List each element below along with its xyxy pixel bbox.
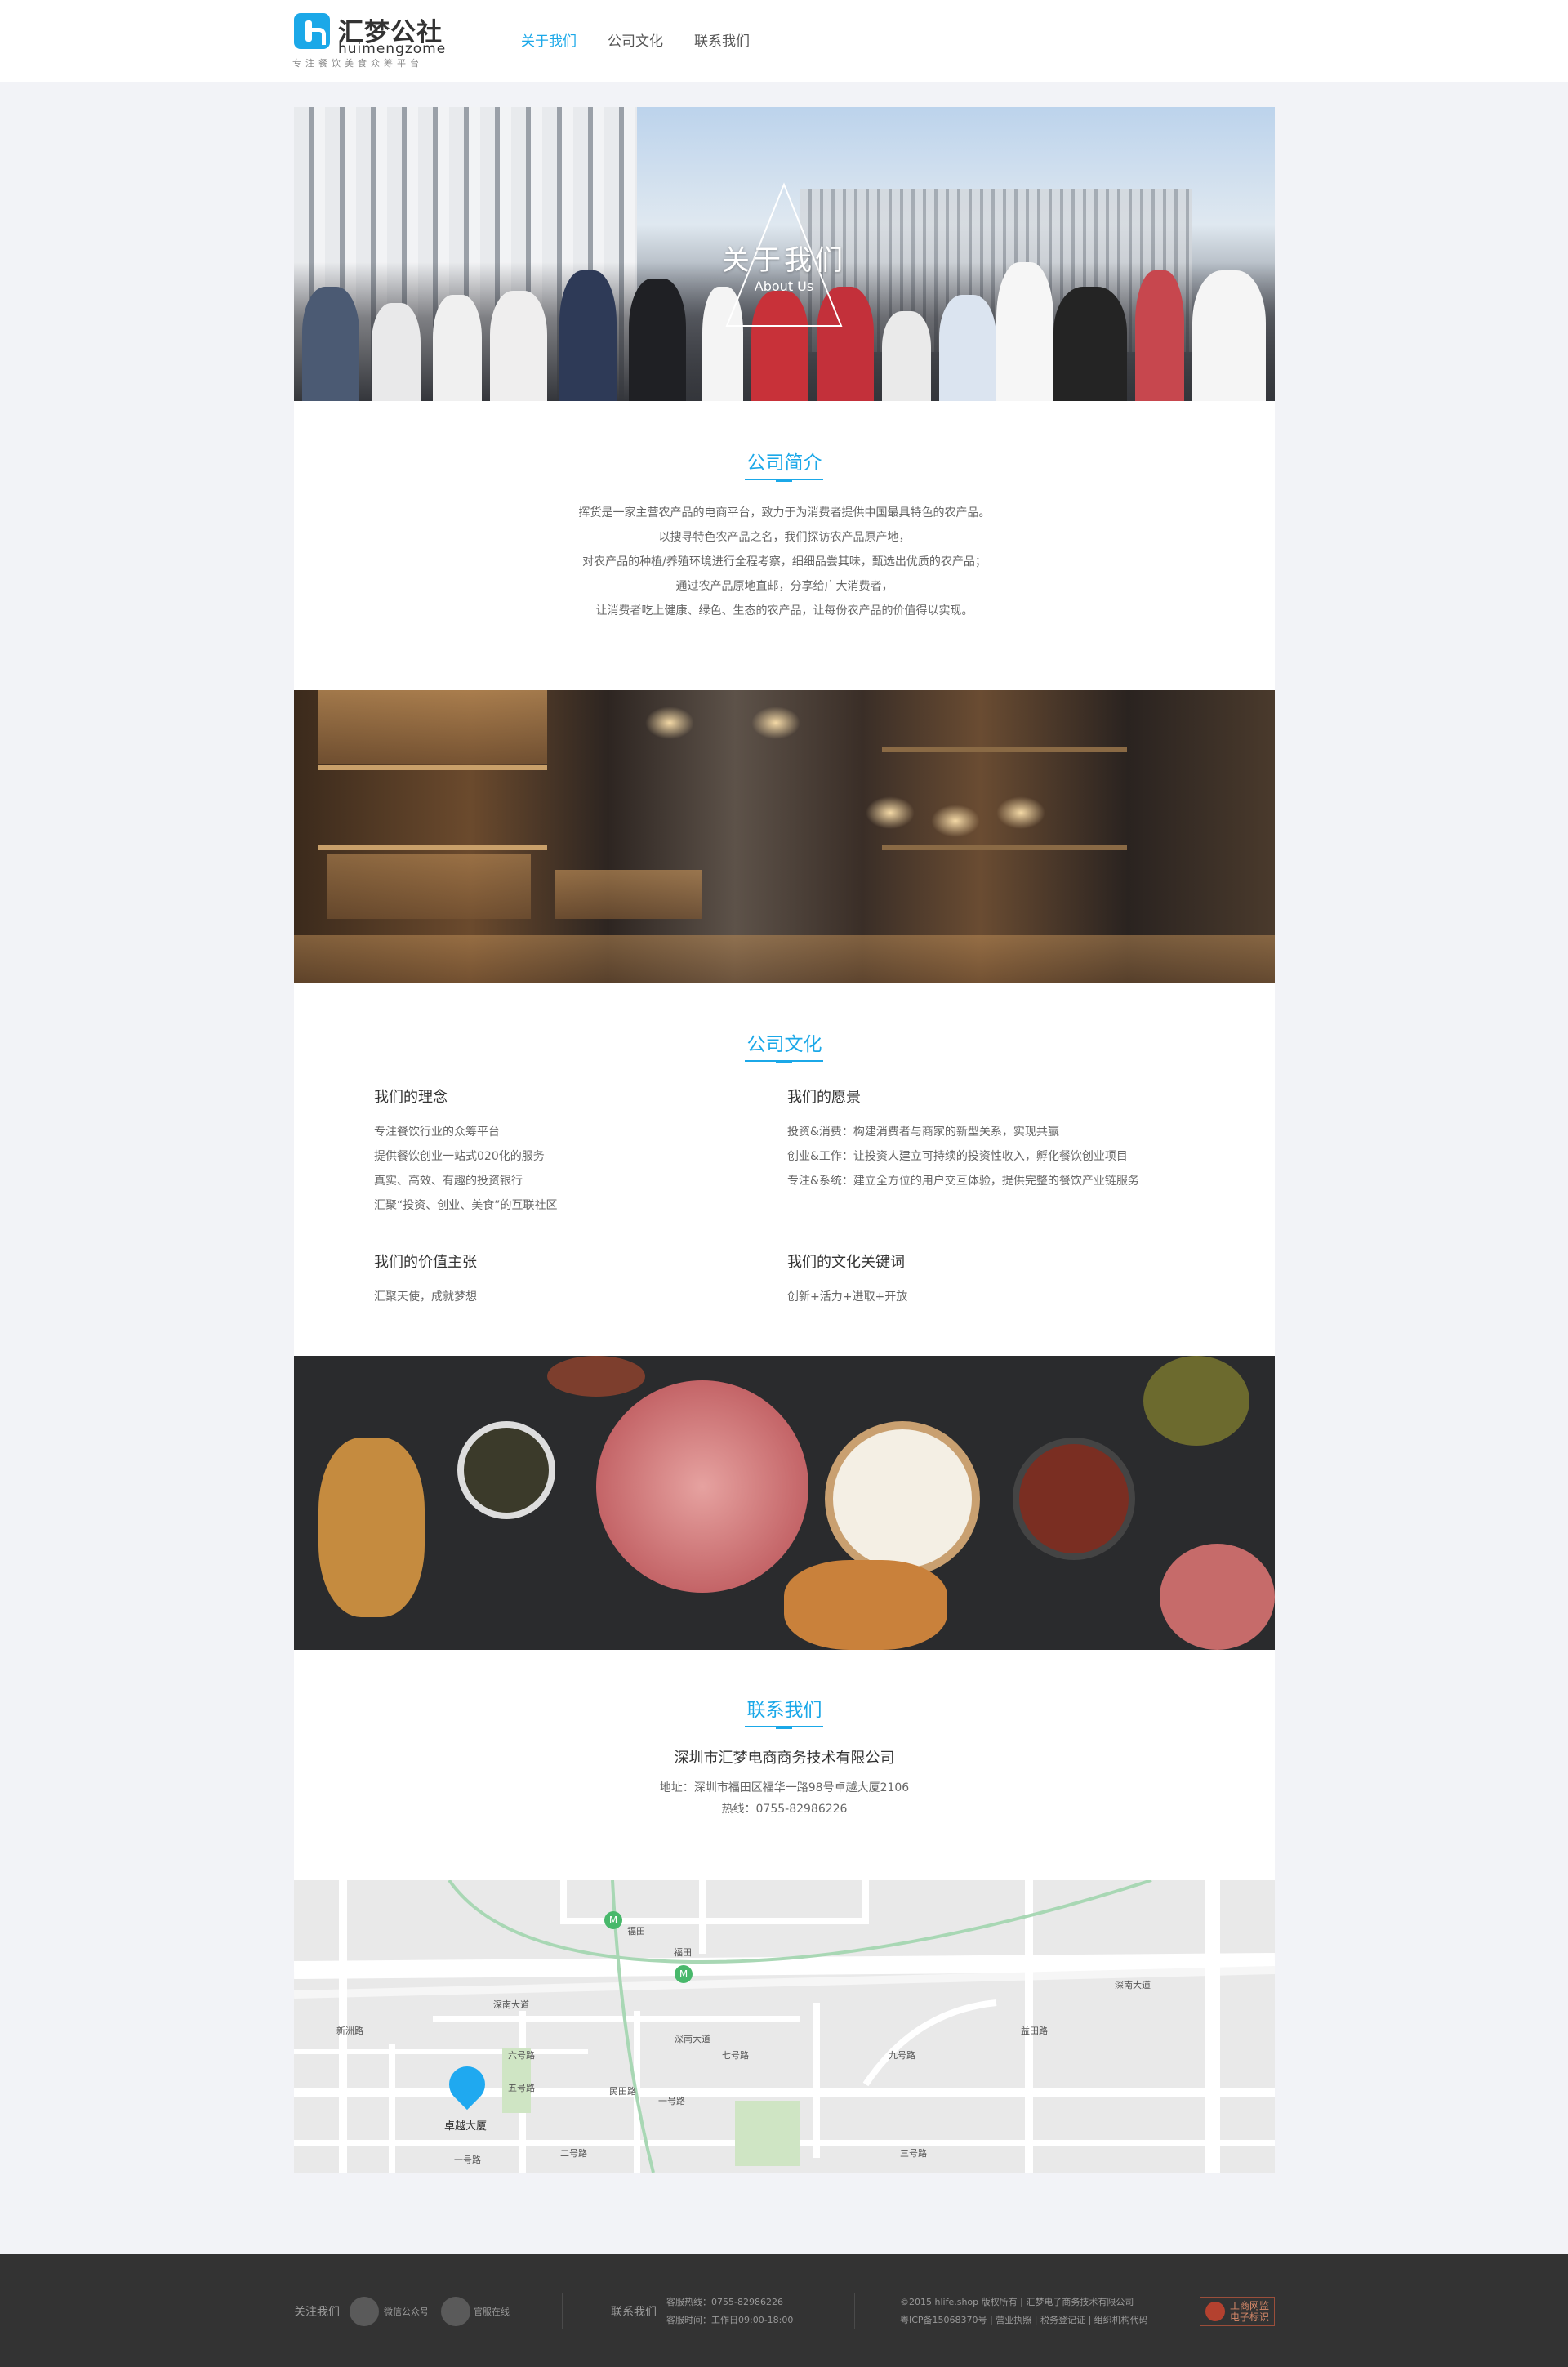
map-label: 福田 bbox=[627, 1926, 645, 1937]
hero-banner: 关于我们 About Us bbox=[294, 107, 1275, 401]
footer-contact-label: 联系我们 bbox=[611, 2306, 657, 2319]
wechat-icon[interactable] bbox=[350, 2297, 379, 2326]
map-label: 六号路 bbox=[508, 2050, 535, 2061]
culture-line: 投资&消费：构建消费者与商家的新型关系，实现共赢 bbox=[787, 1126, 1059, 1139]
logo-en: huimengzome bbox=[338, 41, 447, 57]
intro-line: 对农产品的种植/养殖环境进行全程考察，细细品尝其味，甄选出优质的农产品； bbox=[582, 555, 987, 568]
culture-philosophy: 我们的理念 专注餐饮行业的众筹平台 提供餐饮创业一站式020化的服务 真实、高效… bbox=[374, 1085, 782, 1218]
map-label: 三号路 bbox=[900, 2148, 927, 2159]
qq-icon[interactable] bbox=[441, 2297, 470, 2326]
map-roads bbox=[294, 1880, 1275, 2173]
wechat-label[interactable]: 微信公众号 bbox=[384, 2305, 429, 2318]
map-label: 益田路 bbox=[1021, 2026, 1048, 2036]
map-label: 深南大道 bbox=[1115, 1980, 1151, 1990]
footer-service-hours: 客服时间：工作日09:00-18:00 bbox=[666, 2315, 794, 2325]
logo-tagline: 专注餐饮美食众筹平台 bbox=[292, 58, 423, 69]
section-title-intro: 公司简介 bbox=[746, 452, 822, 474]
culture-heading: 我们的愿景 bbox=[787, 1089, 861, 1106]
map-label: 深南大道 bbox=[675, 2034, 710, 2044]
culture-line: 汇聚“投资、创业、美食”的互联社区 bbox=[374, 1199, 558, 1212]
culture-line: 提供餐饮创业一站式020化的服务 bbox=[374, 1150, 545, 1163]
intro-line: 通过农产品原地直邮，分享给广大消费者， bbox=[675, 580, 893, 593]
map-label: 新洲路 bbox=[336, 2026, 363, 2036]
badge-line: 工商网监 bbox=[1230, 2300, 1270, 2311]
culture-line: 创新+活力+进取+开放 bbox=[787, 1290, 908, 1304]
culture-keywords: 我们的文化关键词 创新+活力+进取+开放 bbox=[787, 1250, 1196, 1309]
nav-culture[interactable]: 公司文化 bbox=[608, 29, 663, 50]
culture-line: 专注餐饮行业的众筹平台 bbox=[374, 1126, 500, 1139]
site-footer: 关注我们 微信公众号 官服在线 联系我们 客服热线：0755-82986226 … bbox=[0, 2254, 1568, 2367]
map-label: 一号路 bbox=[454, 2155, 481, 2165]
section-title-contact: 联系我们 bbox=[746, 1700, 822, 1721]
nav-contact[interactable]: 联系我们 bbox=[694, 29, 750, 50]
section-underline bbox=[745, 479, 823, 482]
map-label: 二号路 bbox=[560, 2148, 587, 2159]
intro-line: 挥货是一家主营农产品的电商平台，致力于为消费者提供中国最具特色的农产品。 bbox=[578, 506, 991, 519]
map-marker-label: 卓越大厦 bbox=[444, 2120, 488, 2133]
map-label: 一号路 bbox=[658, 2096, 685, 2106]
footer-follow-label: 关注我们 bbox=[294, 2306, 340, 2319]
footer-link-tax[interactable]: 税务登记证 bbox=[1040, 2315, 1085, 2325]
intro-text: 挥货是一家主营农产品的电商平台，致力于为消费者提供中国最具特色的农产品。 以搜寻… bbox=[294, 501, 1275, 623]
culture-line: 汇聚天使，成就梦想 bbox=[374, 1290, 477, 1304]
footer-copyright: ©2015 hlife.shop 版权所有 | 汇梦电子商务技术有限公司 bbox=[900, 2297, 1134, 2307]
company-phone: 热线：0755-82986226 bbox=[721, 1803, 848, 1816]
culture-heading: 我们的理念 bbox=[374, 1089, 448, 1106]
logo[interactable]: 汇梦公社 huimengzome 专注餐饮美食众筹平台 bbox=[292, 11, 456, 70]
footer-icp-links: 粤ICP备15068370号 | 营业执照 | 税务登记证 | 组织机构代码 bbox=[900, 2315, 1148, 2325]
company-intro-section: 公司简介 挥货是一家主营农产品的电商平台，致力于为消费者提供中国最具特色的农产品… bbox=[294, 401, 1275, 690]
food-image bbox=[294, 1356, 1275, 1650]
badge-line: 电子标识 bbox=[1230, 2311, 1270, 2323]
metro-icon: M bbox=[604, 1911, 622, 1929]
section-title-culture: 公司文化 bbox=[746, 1034, 822, 1055]
main-nav: 关于我们 公司文化 联系我们 bbox=[521, 29, 781, 50]
culture-line: 真实、高效、有趣的投资银行 bbox=[374, 1175, 523, 1188]
culture-line: 创业&工作：让投资人建立可持续的投资性收入，孵化餐饮创业项目 bbox=[787, 1150, 1128, 1163]
qq-label[interactable]: 官服在线 bbox=[474, 2305, 510, 2318]
culture-heading: 我们的文化关键词 bbox=[787, 1254, 905, 1271]
company-culture-section: 公司文化 我们的理念 专注餐饮行业的众筹平台 提供餐饮创业一站式020化的服务 … bbox=[294, 983, 1275, 1356]
intro-line: 以搜寻特色农产品之名，我们探访农产品原产地， bbox=[658, 531, 911, 544]
map-label: 七号路 bbox=[722, 2050, 749, 2061]
site-header: 汇梦公社 huimengzome 专注餐饮美食众筹平台 关于我们 公司文化 联系… bbox=[0, 0, 1568, 82]
section-underline bbox=[745, 1726, 823, 1729]
logo-icon bbox=[294, 13, 330, 49]
nav-about[interactable]: 关于我们 bbox=[521, 29, 577, 50]
intro-line: 让消费者吃上健康、绿色、生态的农产品，让每份农产品的价值得以实现。 bbox=[595, 604, 973, 617]
map-label: 福田 bbox=[674, 1947, 692, 1958]
location-map[interactable]: M M 福田 福田 深南大道 深南大道 深南大道 新洲路 益田路 民田路 一号路… bbox=[294, 1880, 1275, 2173]
map-label: 民田路 bbox=[609, 2086, 636, 2097]
map-label: 九号路 bbox=[889, 2050, 915, 2061]
section-underline bbox=[745, 1060, 823, 1063]
footer-divider bbox=[562, 2293, 563, 2329]
culture-vision: 我们的愿景 投资&消费：构建消费者与商家的新型关系，实现共赢 创业&工作：让投资… bbox=[787, 1085, 1196, 1193]
footer-divider bbox=[854, 2293, 855, 2329]
footer-link-license[interactable]: 营业执照 bbox=[996, 2315, 1031, 2325]
culture-heading: 我们的价值主张 bbox=[374, 1254, 477, 1271]
footer-link-org-code[interactable]: 组织机构代码 bbox=[1094, 2315, 1148, 2325]
gov-badge[interactable]: 工商网监 电子标识 bbox=[1200, 2297, 1275, 2326]
company-address: 地址：深圳市福田区福华一路98号卓越大厦2106 bbox=[659, 1781, 910, 1794]
restaurant-interior-image bbox=[294, 690, 1275, 983]
map-label: 深南大道 bbox=[493, 1999, 529, 2010]
contact-section: 联系我们 深圳市汇梦电商商务技术有限公司 地址：深圳市福田区福华一路98号卓越大… bbox=[294, 1650, 1275, 1880]
culture-line: 专注&系统：建立全方位的用户交互体验，提供完整的餐饮产业链服务 bbox=[787, 1175, 1139, 1188]
map-label: 五号路 bbox=[508, 2083, 535, 2093]
hero-subtitle: About Us bbox=[754, 279, 814, 294]
metro-icon: M bbox=[675, 1965, 693, 1983]
company-name: 深圳市汇梦电商商务技术有限公司 bbox=[674, 1750, 895, 1767]
footer-service-phone: 客服热线：0755-82986226 bbox=[666, 2297, 783, 2307]
culture-value: 我们的价值主张 汇聚天使，成就梦想 bbox=[374, 1250, 782, 1309]
hero-title: 关于我们 bbox=[722, 244, 846, 277]
footer-link-icp[interactable]: 粤ICP备15068370号 bbox=[900, 2315, 987, 2325]
